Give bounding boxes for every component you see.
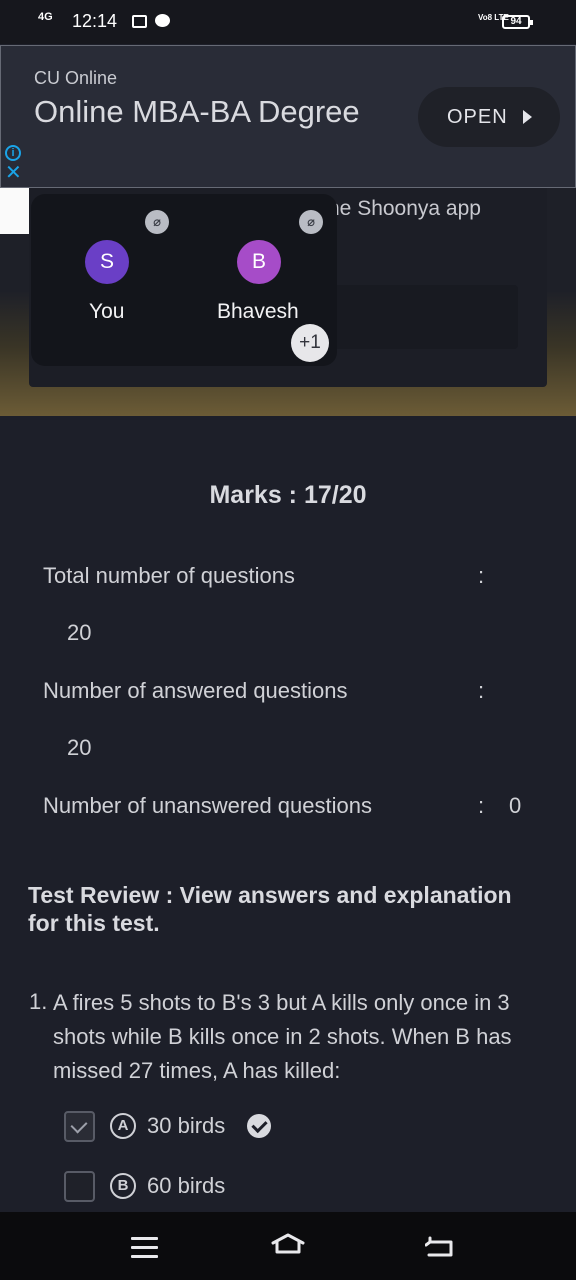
clock: 12:14: [72, 11, 118, 31]
option-checkbox-b[interactable]: [64, 1171, 95, 1202]
battery-indicator: 94: [502, 15, 533, 29]
total-questions-label: Total number of questions: [43, 563, 295, 588]
network-type: 4G: [38, 11, 53, 23]
colon: :: [478, 678, 485, 703]
option-checkbox-a[interactable]: [64, 1111, 95, 1142]
colon: :: [478, 563, 485, 588]
chat-notification-icon: [155, 14, 170, 27]
unanswered-questions-label: Number of unanswered questions: [43, 793, 372, 818]
participants-panel[interactable]: ⌀ ⌀ S B You Bhavesh +1: [31, 194, 337, 366]
close-icon[interactable]: ✕: [5, 163, 22, 183]
test-review-heading: Test Review : View answers and explanati…: [28, 882, 512, 936]
ad-open-label: OPEN: [447, 106, 508, 128]
more-participants-badge[interactable]: +1: [291, 324, 329, 362]
marks-score: Marks : 17/20: [209, 481, 367, 509]
answered-questions-value: 20: [67, 735, 92, 760]
background-text: ne Shoonya app: [328, 197, 481, 220]
mail-notification-icon: [132, 15, 147, 28]
info-icon[interactable]: i: [5, 145, 21, 161]
participant-name: You: [89, 300, 125, 323]
correct-check-icon: [247, 1114, 271, 1138]
option-text-a: 30 birds: [147, 1113, 226, 1138]
option-text-b: 60 birds: [147, 1173, 226, 1198]
total-questions-value: 20: [67, 620, 92, 645]
play-arrow-icon: [523, 110, 532, 124]
navigation-bar: [0, 1212, 576, 1280]
avatar[interactable]: B: [237, 240, 281, 284]
mic-off-icon: ⌀: [145, 210, 169, 234]
network-indicator: 4G: [38, 11, 53, 23]
ad-sponsor: CU Online: [34, 68, 118, 88]
unanswered-questions-value: 0: [509, 793, 522, 818]
status-bar: 4G 12:14 Vo8 LTE 94: [0, 0, 576, 44]
option-letter-b: B: [110, 1173, 136, 1199]
answered-questions-label: Number of answered questions: [43, 678, 348, 703]
home-icon[interactable]: [270, 1232, 306, 1256]
dark-field: [320, 285, 518, 349]
mic-off-icon: ⌀: [299, 210, 323, 234]
option-letter-a: A: [110, 1113, 136, 1139]
ad-banner[interactable]: CU Online Online MBA-BA Degree OPEN i ✕: [0, 45, 576, 188]
question-number: 1.: [29, 989, 48, 1014]
avatar[interactable]: S: [85, 240, 129, 284]
ad-title[interactable]: Online MBA-BA Degree: [34, 92, 364, 131]
ad-open-button[interactable]: OPEN: [418, 87, 560, 147]
meeting-area: ne Shoonya app ⌀ ⌀ S B You Bhavesh +1: [0, 188, 576, 416]
colon: :: [478, 793, 485, 818]
menu-icon[interactable]: [131, 1237, 158, 1264]
question-text: A fires 5 shots to B's 3 but A kills onl…: [53, 990, 512, 1083]
back-icon[interactable]: [425, 1236, 455, 1258]
results-section: Marks : 17/20 Total number of questions …: [0, 440, 576, 1212]
participant-name: Bhavesh: [217, 300, 299, 323]
